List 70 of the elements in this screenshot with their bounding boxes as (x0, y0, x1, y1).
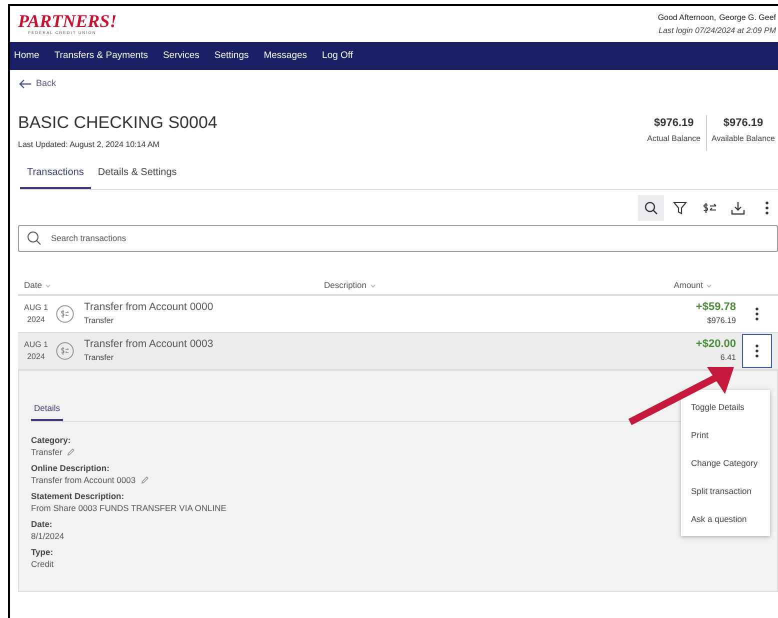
field-value: Transfer from Account 0003 (31, 474, 136, 486)
user-name: George G. Geef (719, 12, 776, 24)
tab[interactable]: Details & Settings (90, 164, 184, 188)
caret-icon (44, 284, 51, 288)
date-year: 2024 (27, 350, 45, 362)
back-link[interactable]: Back (18, 77, 56, 90)
search-icon (644, 200, 658, 214)
nav-link[interactable]: Settings (214, 48, 249, 64)
account-title: BASIC CHECKING S0004 (18, 112, 218, 132)
more-icon (755, 306, 759, 320)
caret-icon (706, 284, 712, 288)
field-label: Online Description: (31, 462, 110, 474)
running-balance: $976.19 (707, 314, 736, 326)
field-value: 8/1/2024 (31, 530, 64, 542)
column-header[interactable]: Amount (674, 279, 712, 292)
greeting-text: Good Afternoon, (658, 12, 716, 24)
search-icon (27, 230, 41, 244)
date-month: AUG 1 (24, 338, 48, 350)
last-login-text: Last login 07/24/2024 at 2:09 PM (658, 25, 776, 37)
menu-item[interactable]: Change Category (681, 449, 770, 477)
transaction-amount: +$59.78 (696, 300, 736, 314)
date-year: 2024 (27, 314, 45, 326)
tab[interactable]: Details (31, 402, 63, 422)
search-field[interactable]: Search transactions (18, 224, 778, 252)
transaction-description: Transfer from Account 0000 (84, 300, 214, 314)
field-label: Type: (31, 546, 54, 558)
nav-link[interactable]: Home (14, 48, 40, 64)
pencil-icon[interactable] (67, 448, 76, 456)
menu-item[interactable]: Ask a question (681, 505, 770, 533)
transaction-category: Transfer (84, 352, 114, 364)
field-value: Transfer (31, 446, 62, 458)
search-button[interactable] (638, 194, 664, 220)
balance-label: Available Balance (712, 133, 775, 145)
back-arrow-icon (18, 78, 32, 89)
more-icon (765, 200, 769, 214)
field-value: Credit (31, 558, 54, 570)
field-label: Date: (31, 518, 52, 530)
balance-amount: $976.19 (723, 116, 764, 130)
column-header[interactable]: Description (324, 279, 376, 292)
transaction-description: Transfer from Account 0003 (84, 338, 214, 350)
transaction-row[interactable]: AUG 1 2024 Transfer from Account 0003 Transfer +$20.00 6.41 (18, 332, 778, 370)
menu-item[interactable]: Split transaction (681, 477, 770, 505)
logo-text: PARTNERS! (18, 12, 117, 30)
transaction-amount: +$20.00 (696, 338, 736, 350)
tab[interactable]: Transactions (20, 164, 91, 188)
field-label: Statement Description: (31, 490, 124, 502)
more-icon (755, 344, 759, 358)
nav-link[interactable]: Services (162, 48, 200, 64)
nav-link[interactable]: Messages (264, 48, 308, 64)
menu-item[interactable]: Toggle Details (681, 393, 770, 421)
nav-link[interactable]: Transfers & Payments (54, 48, 148, 64)
last-updated-text: Last Updated: August 2, 2024 10:14 AM (18, 138, 160, 150)
pencil-icon[interactable] (140, 476, 149, 484)
nav-link[interactable]: Log Off (322, 48, 354, 64)
balance-amount: $976.19 (654, 116, 694, 130)
more-button[interactable] (742, 334, 772, 368)
caret-icon (370, 284, 376, 288)
transaction-category: Transfer (84, 314, 114, 326)
dollar-arrows-icon (701, 200, 717, 214)
column-header[interactable]: Date (24, 279, 51, 292)
field-label: Category: (31, 434, 71, 446)
date-month: AUG 1 (24, 302, 48, 314)
download-icon (731, 200, 745, 214)
transfer-icon (56, 304, 74, 322)
transfer-icon (56, 342, 74, 360)
menu-item[interactable]: Print (681, 421, 770, 449)
filter-icon (673, 200, 687, 214)
running-balance: 6.41 (720, 352, 736, 364)
balance-label: Actual Balance (647, 133, 701, 145)
field-value: From Share 0003 FUNDS TRANSFER VIA ONLINE (31, 502, 226, 514)
